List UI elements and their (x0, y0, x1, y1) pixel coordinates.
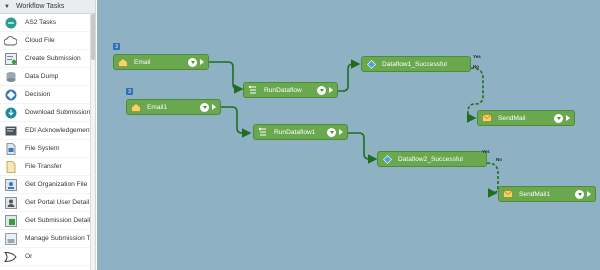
sidebar-item-label: Or (25, 253, 33, 260)
sidebar-item-manage-submission[interactable]: Manage Submission T (0, 230, 95, 248)
decision-icon (4, 88, 17, 101)
sidebar-item-label: File System (25, 145, 60, 152)
link-dataflow2-sendmail1 (486, 162, 499, 198)
node-menu-button[interactable] (554, 113, 563, 123)
node-label: Email (134, 58, 151, 66)
sidebar-item-label: Decision (25, 91, 51, 98)
sidebar-item-label: Create Submission (25, 55, 81, 62)
sidebar-item-get-organization-file[interactable]: Get Organization File (0, 176, 95, 194)
sidebar-item-cloud-file[interactable]: Cloud File (0, 32, 95, 50)
scrollbar-thumb[interactable] (91, 14, 95, 60)
node-sendmail[interactable]: SendMail (477, 110, 575, 126)
node-rundataflow1[interactable]: RunDataflow1 (253, 124, 348, 140)
output-port-icon[interactable] (587, 191, 591, 197)
sidebar-item-label: Manage Submission T (25, 235, 91, 242)
sidebar-item-get-portal-user-detail[interactable]: Get Portal User Detail (0, 194, 95, 212)
workflow-canvas[interactable]: 3 3 Email Email1 RunDataflow RunDataflow… (97, 0, 600, 270)
decision-icon (366, 59, 376, 69)
sidebar-item-label: Download Submission (25, 109, 91, 116)
link-email1-rundataflow1 (220, 106, 252, 138)
workflow-connectors (209, 59, 499, 198)
sidebar-item-edi-acknowledgement[interactable]: EDI Acknowledgement (0, 122, 95, 140)
port-yes-label[interactable]: Yes (473, 54, 481, 59)
output-port-icon[interactable] (200, 59, 204, 65)
data-dump-icon (4, 70, 17, 83)
sidebar-item-label: Get Submission Detail (25, 217, 91, 224)
node-label: Dataflow2_Successful (398, 155, 463, 163)
organization-file-icon (4, 178, 17, 191)
mail-icon (503, 189, 513, 199)
collapse-arrow-icon[interactable]: ▼ (4, 4, 10, 10)
node-email1[interactable]: Email1 (126, 99, 221, 115)
node-rundataflow[interactable]: RunDataflow (243, 82, 338, 98)
node-label: Email1 (147, 103, 168, 111)
workflow-tasks-title: Workflow Tasks (15, 3, 65, 10)
submission-detail-icon (4, 214, 17, 227)
sidebar-item-label: AS2 Tasks (25, 19, 57, 26)
port-no-label[interactable]: No (473, 64, 479, 69)
file-transfer-icon (4, 160, 17, 173)
sidebar-item-file-system[interactable]: File System (0, 140, 95, 158)
sidebar-item-file-transfer[interactable]: File Transfer (0, 158, 95, 176)
run-dataflow-icon (258, 127, 268, 137)
sidebar-item-as2-tasks[interactable]: AS2 Tasks (0, 14, 95, 32)
node-dataflow1-successful[interactable]: Dataflow1_Successful (361, 56, 471, 72)
sidebar-item-decision[interactable]: Decision (0, 86, 95, 104)
download-submission-icon (4, 106, 17, 119)
sidebar-item-label: Data Dump (25, 73, 59, 80)
email-trigger-icon (118, 57, 128, 67)
email-badge: 3 (113, 43, 120, 50)
task-list: AS2 Tasks Cloud File Create Submission D… (0, 14, 95, 266)
port-yes-label[interactable]: Yes (482, 149, 490, 154)
output-port-icon[interactable] (212, 104, 216, 110)
manage-submission-icon (4, 232, 17, 245)
output-port-icon[interactable] (566, 115, 570, 121)
email-trigger-icon (131, 102, 141, 112)
sidebar-item-label: Cloud File (25, 37, 55, 44)
node-menu-button[interactable] (200, 102, 209, 112)
node-label: Dataflow1_Successful (382, 60, 447, 68)
create-submission-icon (4, 52, 17, 65)
sidebar-item-or[interactable]: Or (0, 248, 95, 266)
output-port-icon[interactable] (329, 87, 333, 93)
as2-icon (4, 16, 17, 29)
node-dataflow2-successful[interactable]: Dataflow2_Successful (377, 151, 487, 167)
link-email-rundataflow (209, 61, 244, 94)
email1-badge: 3 (126, 88, 133, 95)
or-gate-icon (4, 250, 17, 263)
node-email[interactable]: Email (113, 54, 209, 70)
node-menu-button[interactable] (327, 127, 336, 137)
sidebar-item-data-dump[interactable]: Data Dump (0, 68, 95, 86)
workflow-tasks-header[interactable]: ▼ Workflow Tasks (0, 0, 95, 14)
sidebar-item-label: File Transfer (25, 163, 62, 170)
cloud-icon (4, 34, 17, 47)
sidebar-item-create-submission[interactable]: Create Submission (0, 50, 95, 68)
node-menu-button[interactable] (188, 57, 197, 67)
portal-user-icon (4, 196, 17, 209)
link-rundataflow-dataflow1 (337, 59, 361, 92)
port-no-label[interactable]: No (496, 157, 502, 162)
sidebar-item-download-submission[interactable]: Download Submission (0, 104, 95, 122)
node-label: SendMail1 (519, 190, 551, 198)
node-menu-button[interactable] (317, 85, 326, 95)
decision-icon (382, 154, 392, 164)
sidebar-item-get-submission-detail[interactable]: Get Submission Detail (0, 212, 95, 230)
sidebar-item-label: EDI Acknowledgement (25, 127, 92, 134)
sidebar-scrollbar[interactable] (90, 14, 95, 270)
mail-icon (482, 113, 492, 123)
node-label: RunDataflow (264, 86, 302, 94)
run-dataflow-icon (248, 85, 258, 95)
node-label: SendMail (498, 114, 526, 122)
output-port-icon[interactable] (339, 129, 343, 135)
sidebar-item-label: Get Organization File (25, 181, 88, 188)
workflow-tasks-sidebar: ▼ Workflow Tasks AS2 Tasks Cloud File Cr… (0, 0, 96, 270)
node-sendmail1[interactable]: SendMail1 (498, 186, 596, 202)
node-menu-button[interactable] (575, 189, 584, 199)
file-system-icon (4, 142, 17, 155)
node-label: RunDataflow1 (274, 128, 316, 136)
edi-icon (4, 124, 17, 137)
sidebar-item-label: Get Portal User Detail (25, 199, 90, 206)
link-rundataflow1-dataflow2 (347, 132, 378, 164)
